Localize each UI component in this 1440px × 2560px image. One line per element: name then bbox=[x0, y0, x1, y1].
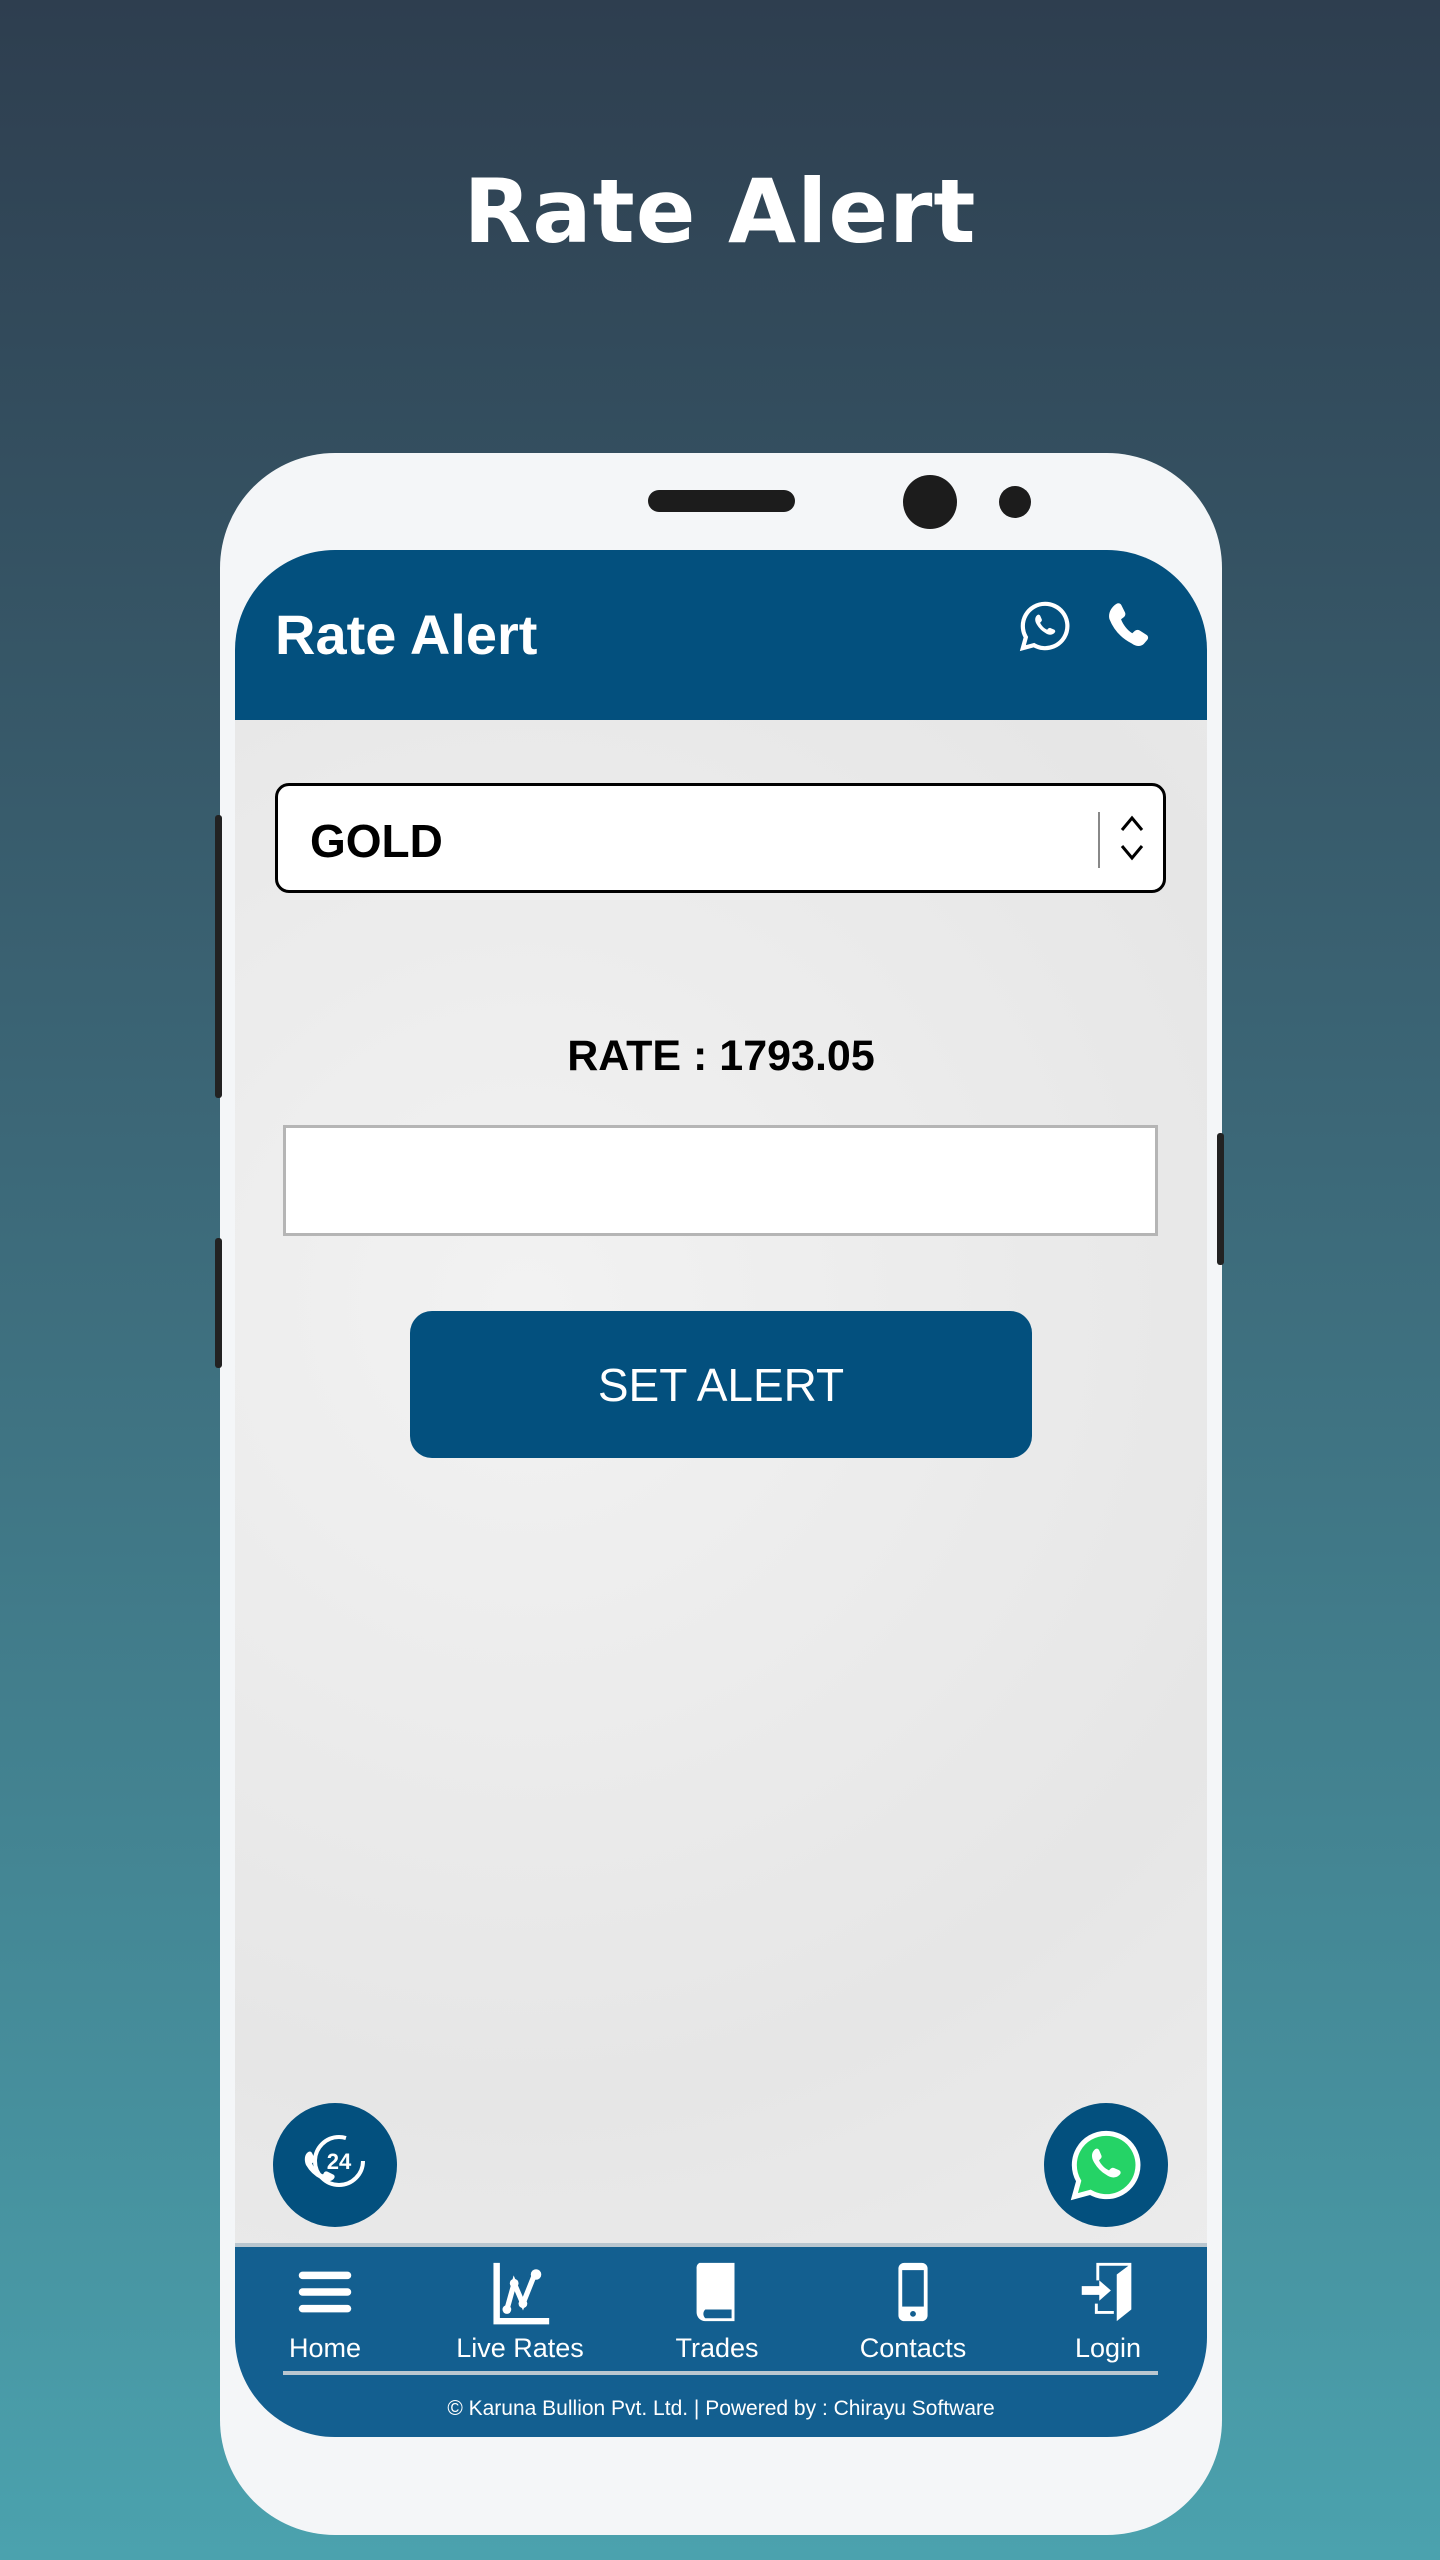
nav-item-login[interactable]: Login bbox=[1018, 2257, 1198, 2364]
mobile-icon bbox=[898, 2262, 928, 2322]
nav-label: Contacts bbox=[859, 2333, 967, 2363]
promo-title: Rate Alert bbox=[463, 160, 977, 263]
commodity-select[interactable]: GOLD bbox=[275, 783, 1166, 893]
24h-support-icon: 24 bbox=[304, 2135, 365, 2187]
nav-divider bbox=[283, 2371, 1158, 2375]
nav-item-contacts[interactable]: Contacts bbox=[823, 2257, 1003, 2364]
nav-label: Login bbox=[1074, 2333, 1142, 2363]
sensor-icon bbox=[999, 486, 1031, 518]
support-24h-button[interactable]: 24 bbox=[273, 2103, 397, 2227]
whatsapp-chat-button[interactable] bbox=[1044, 2103, 1168, 2227]
nav-item-trades[interactable]: Trades bbox=[627, 2257, 807, 2364]
chart-icon bbox=[493, 2262, 550, 2325]
nav-label: Trades bbox=[675, 2333, 759, 2363]
phone-icon[interactable] bbox=[1101, 598, 1157, 654]
select-divider bbox=[1098, 812, 1100, 868]
whatsapp-icon[interactable] bbox=[1017, 598, 1073, 654]
camera-icon bbox=[903, 475, 957, 529]
app-screen: Rate Alert GOLD RATE : 1793.05 SET ALERT… bbox=[235, 550, 1207, 2437]
nav-label: Home bbox=[288, 2333, 362, 2363]
menu-icon bbox=[298, 2271, 352, 2313]
nav-item-home[interactable]: Home bbox=[235, 2257, 415, 2364]
login-icon bbox=[1081, 2262, 1132, 2322]
chevron-up-down-icon bbox=[1120, 815, 1144, 861]
phone-side-button bbox=[215, 1238, 222, 1368]
app-header: Rate Alert bbox=[235, 550, 1207, 720]
page-title: Rate Alert bbox=[275, 603, 538, 666]
set-alert-button[interactable]: SET ALERT bbox=[410, 1311, 1032, 1458]
book-icon bbox=[696, 2262, 735, 2322]
phone-side-button bbox=[215, 815, 222, 1098]
nav-label: Live Rates bbox=[456, 2333, 584, 2363]
footer-credits: © Karuna Bullion Pvt. Ltd. | Powered by … bbox=[447, 2397, 995, 2420]
svg-text:24: 24 bbox=[327, 2149, 352, 2174]
whatsapp-icon bbox=[1070, 2130, 1141, 2201]
phone-side-button bbox=[1217, 1133, 1224, 1265]
phone-speaker bbox=[648, 490, 795, 512]
alert-rate-input[interactable] bbox=[283, 1125, 1158, 1236]
current-rate-label: RATE : 1793.05 bbox=[567, 1032, 875, 1080]
bottom-nav: Home Live Rates Trades Contacts Login © … bbox=[235, 2243, 1207, 2437]
nav-item-live-rates[interactable]: Live Rates bbox=[430, 2257, 610, 2364]
commodity-select-value: GOLD bbox=[310, 815, 443, 867]
